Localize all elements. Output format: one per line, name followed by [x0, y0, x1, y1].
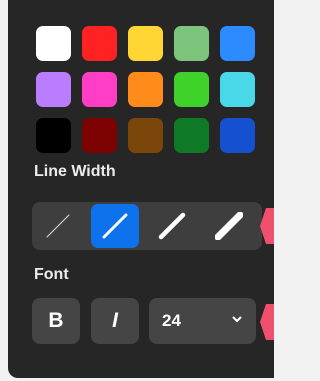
- line-width-thinnest-button[interactable]: [34, 204, 82, 248]
- swatch-brown[interactable]: [128, 118, 163, 153]
- line-stroke-thinnest-icon: [46, 214, 70, 238]
- swatch-dark-red[interactable]: [82, 118, 117, 153]
- swatch-pink[interactable]: [82, 72, 117, 107]
- annotation-panel: Line Width Font B I 24: [8, 0, 274, 378]
- swatch-red[interactable]: [82, 26, 117, 61]
- line-width-thick-button[interactable]: [205, 204, 253, 248]
- swatch-dark-green[interactable]: [174, 118, 209, 153]
- swatch-yellow[interactable]: [128, 26, 163, 61]
- chevron-down-icon: [232, 316, 242, 322]
- line-width-thin-button[interactable]: [91, 204, 139, 248]
- line-width-medium-button[interactable]: [148, 204, 196, 248]
- swatch-black[interactable]: [36, 118, 71, 153]
- bold-button[interactable]: B: [32, 298, 80, 344]
- line-stroke-thick-icon: [215, 212, 243, 240]
- line-width-selector: [32, 202, 262, 250]
- color-palette: [36, 26, 268, 153]
- swatch-cyan[interactable]: [220, 72, 255, 107]
- line-stroke-medium-icon: [158, 212, 186, 240]
- font-label: Font: [34, 266, 69, 283]
- font-edge-marker: [260, 304, 274, 340]
- swatch-dark-blue[interactable]: [220, 118, 255, 153]
- swatch-blue[interactable]: [220, 26, 255, 61]
- line-width-edge-marker: [260, 208, 274, 244]
- italic-button[interactable]: I: [91, 298, 139, 344]
- line-width-label: Line Width: [34, 163, 116, 180]
- font-size-dropdown[interactable]: 24: [149, 298, 256, 344]
- swatch-light-green[interactable]: [174, 26, 209, 61]
- font-size-value: 24: [162, 311, 181, 330]
- line-stroke-thin-icon: [102, 213, 128, 239]
- swatch-green[interactable]: [174, 72, 209, 107]
- swatch-orange[interactable]: [128, 72, 163, 107]
- swatch-lavender[interactable]: [36, 72, 71, 107]
- swatch-white[interactable]: [36, 26, 71, 61]
